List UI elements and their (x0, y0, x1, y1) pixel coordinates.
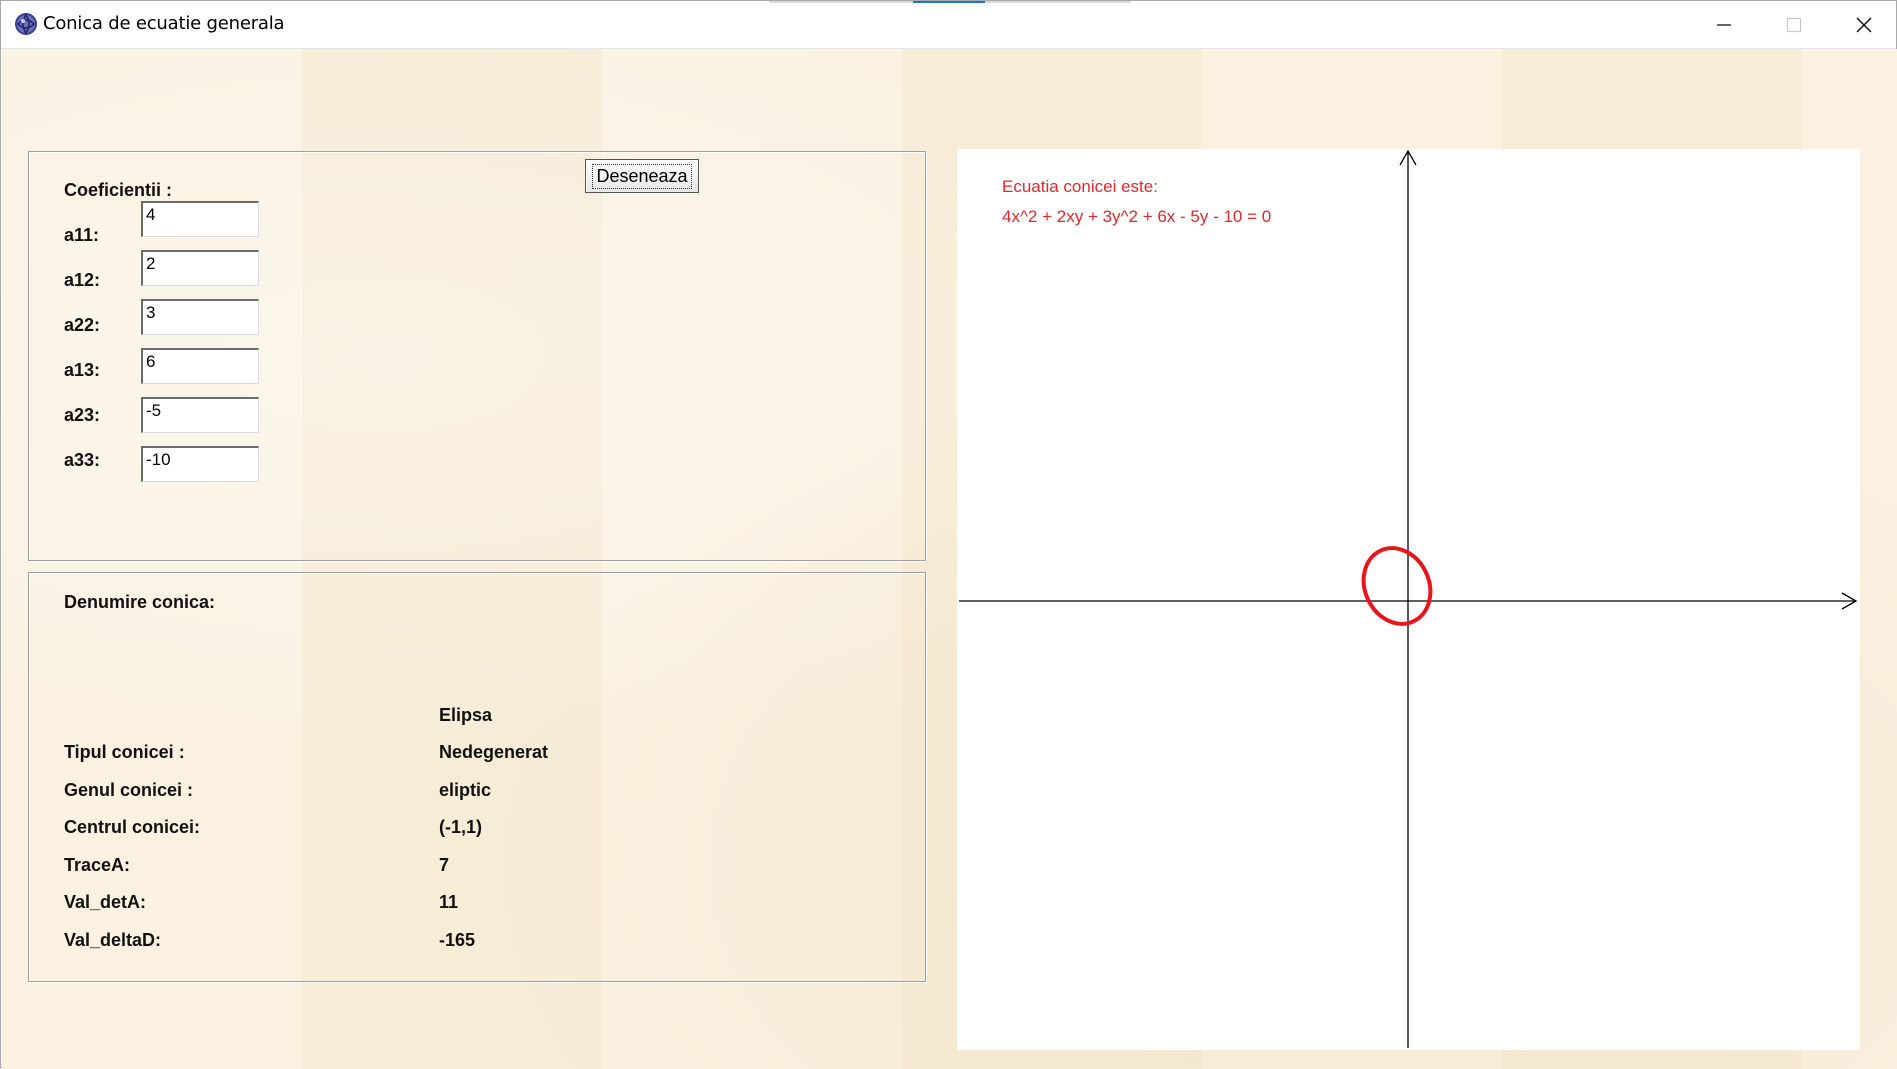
conic-type-label: Tipul conicei : (64, 742, 185, 762)
a12-input[interactable]: 2 (141, 250, 259, 286)
a23-input[interactable]: -5 (141, 397, 259, 433)
a11-input[interactable]: 4 (141, 201, 259, 237)
plot-svg (959, 149, 1858, 1048)
title-bar[interactable]: Conica de ecuatie generala (1, 1, 1896, 49)
draw-button-label: Deseneaza (592, 163, 692, 189)
a23-label: a23: (64, 405, 101, 425)
conic-name-value: Elipsa (439, 705, 493, 725)
minimize-icon (1717, 23, 1731, 26)
conic-genus-label: Genul conicei : (64, 780, 194, 800)
a11-label: a11: (64, 225, 100, 245)
app-globe-icon (15, 13, 37, 35)
maximize-button[interactable] (1759, 1, 1829, 48)
conic-center-value: (-1,1) (439, 817, 483, 837)
a22-label: a22: (64, 315, 101, 335)
det-value: 11 (439, 892, 459, 912)
conic-genus-value: eliptic (439, 780, 492, 800)
equation-title: Ecuatia conicei este: (1002, 177, 1158, 196)
client-area: Coeficientii : a11: 4 a12: 2 a22: 3 a13:… (2, 49, 1897, 1069)
close-button[interactable] (1829, 1, 1897, 48)
a33-label: a33: (64, 450, 101, 470)
maximize-icon (1786, 17, 1802, 32)
a33-input[interactable]: -10 (141, 446, 259, 482)
a22-input[interactable]: 3 (141, 299, 259, 335)
equation-text: 4x^2 + 2xy + 3y^2 + 6x - 5y - 10 = 0 (1002, 207, 1272, 226)
coefficients-heading: Coeficientii : (64, 180, 173, 200)
conic-name-label: Denumire conica: (64, 592, 216, 612)
conic-curve (1361, 546, 1433, 626)
a12-label: a12: (64, 270, 101, 290)
window-title: Conica de ecuatie generala (43, 13, 285, 34)
app-window: Conica de ecuatie generala Coeficientii … (0, 0, 1897, 1069)
conic-type-value: Nedegenerat (439, 742, 549, 762)
det-label: Val_detA: (64, 892, 147, 912)
a13-label: a13: (64, 360, 101, 380)
trace-label: TraceA: (64, 855, 131, 875)
conic-info-panel (28, 572, 926, 982)
close-icon (1856, 17, 1872, 32)
conic-center-label: Centrul conicei: (64, 817, 201, 837)
delta-value: -165 (439, 930, 476, 950)
taskbar-progress-strip (769, 1, 1131, 3)
trace-value: 7 (439, 855, 450, 875)
plot-canvas: Ecuatia conicei este: 4x^2 + 2xy + 3y^2 … (957, 149, 1860, 1050)
delta-label: Val_deltaD: (64, 930, 162, 950)
a13-input[interactable]: 6 (141, 348, 259, 384)
draw-button[interactable]: Deseneaza (585, 159, 699, 193)
minimize-button[interactable] (1689, 1, 1759, 48)
